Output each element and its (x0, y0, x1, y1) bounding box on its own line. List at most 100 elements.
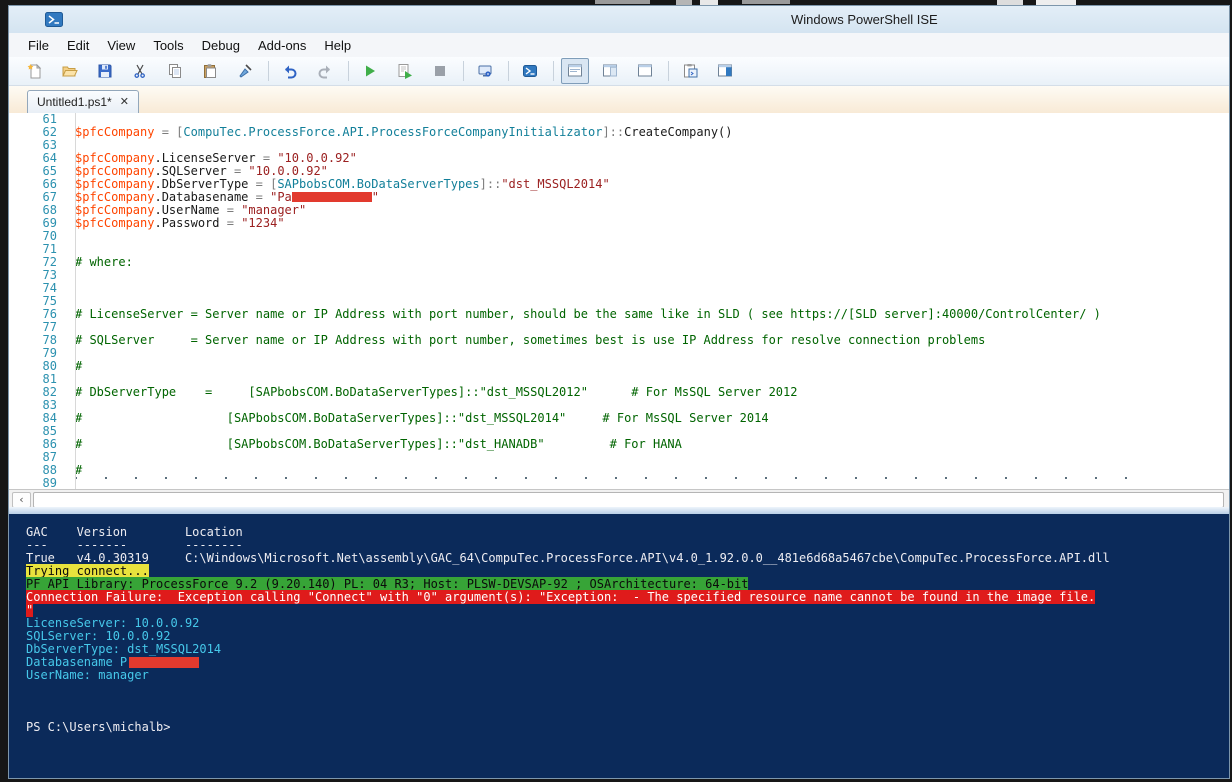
stop-operation-icon (432, 63, 448, 79)
open-script-icon (62, 63, 78, 79)
editor-line: 76# LicenseServer = Server name or IP Ad… (9, 308, 1229, 321)
run-selection-icon (397, 63, 413, 79)
scroll-left-button[interactable]: ‹ (12, 492, 31, 508)
redo-button[interactable] (311, 58, 339, 84)
pane-separator[interactable] (9, 507, 1229, 514)
line-number: 71 (9, 243, 69, 256)
toolbar-separator (553, 61, 554, 81)
editor-line: 74 (9, 282, 1229, 295)
editor-line: 79 (9, 347, 1229, 360)
show-command-window-icon (682, 63, 698, 79)
save-icon (97, 63, 113, 79)
console-line: Databasename P (26, 656, 1229, 669)
run-selection-button[interactable] (391, 58, 419, 84)
cut-icon (132, 63, 148, 79)
console-pane[interactable]: GAC Version Location--- ------- --------… (9, 514, 1229, 778)
copy-button[interactable] (161, 58, 189, 84)
editor-line: 89 (9, 477, 1229, 489)
console-line: PS C:\Users\michalb> (26, 721, 1229, 734)
cut-button[interactable] (126, 58, 154, 84)
line-number: 63 (9, 139, 69, 152)
script-editor-pane[interactable]: 6162$pfcCompany = [CompuTec.ProcessForce… (9, 113, 1229, 489)
toolbar-separator (268, 61, 269, 81)
scrollbar-thumb[interactable] (33, 492, 1224, 508)
line-number: 65 (9, 165, 69, 178)
menu-item-add-ons[interactable]: Add-ons (249, 36, 315, 55)
editor-line: 73 (9, 269, 1229, 282)
new-remote-powershell-tab-button[interactable] (471, 58, 499, 84)
background-window-fragment (595, 0, 650, 4)
menu-item-edit[interactable]: Edit (58, 36, 98, 55)
line-number: 83 (9, 399, 69, 412)
show-script-pane-maximized-button[interactable] (631, 58, 659, 84)
line-number: 80 (9, 360, 69, 373)
save-button[interactable] (91, 58, 119, 84)
line-number: 89 (9, 477, 69, 489)
paste-icon (202, 63, 218, 79)
show-script-pane-right-icon (602, 63, 618, 79)
line-number: 62 (9, 126, 69, 139)
show-command-window-button[interactable] (676, 58, 704, 84)
redaction-block (292, 192, 372, 202)
menu-bar: FileEditViewToolsDebugAdd-onsHelp (9, 33, 1229, 57)
run-script-button[interactable] (356, 58, 384, 84)
editor-line: 87 (9, 451, 1229, 464)
code-text: # LicenseServer = Server name or IP Addr… (75, 308, 1101, 321)
show-command-addon-icon (717, 63, 733, 79)
menu-item-tools[interactable]: Tools (144, 36, 192, 55)
editor-line: 70 (9, 230, 1229, 243)
menu-item-view[interactable]: View (98, 36, 144, 55)
toolbar (9, 57, 1229, 86)
line-number: 81 (9, 373, 69, 386)
paste-button[interactable] (196, 58, 224, 84)
close-tab-icon[interactable]: ✕ (120, 97, 129, 108)
editor-line: 72# where: (9, 256, 1229, 269)
code-text: $pfcCompany.Password = "1234" (75, 217, 285, 230)
editor-line: 88# (9, 464, 1229, 477)
line-number: 82 (9, 386, 69, 399)
start-powershell-button[interactable] (516, 58, 544, 84)
menu-item-file[interactable]: File (19, 36, 58, 55)
clear-console-button[interactable] (231, 58, 259, 84)
powershell-app-icon (45, 12, 63, 32)
copy-icon (167, 63, 183, 79)
console-line: UserName: manager (26, 669, 1229, 682)
tab-label: Untitled1.ps1* (37, 95, 112, 109)
start-powershell-icon (522, 63, 538, 79)
console-line (26, 682, 1229, 695)
menu-item-help[interactable]: Help (315, 36, 360, 55)
background-window-fragment (742, 0, 790, 4)
console-line: Connection Failure: Exception calling "C… (26, 591, 1229, 604)
editor-line: 82 # DbServerType = [SAPbobsCOM.BoDataSer… (9, 386, 1229, 399)
show-command-addon-button[interactable] (711, 58, 739, 84)
undo-button[interactable] (276, 58, 304, 84)
code-text: # (75, 464, 82, 477)
console-line: True v4.0.30319 C:\Windows\Microsoft.Net… (26, 552, 1229, 565)
code-text: # [SAPbobsCOM.BoDataServerTypes]::"dst_H… (75, 438, 682, 451)
line-number: 70 (9, 230, 69, 243)
editor-line: 69$pfcCompany.Password = "1234" (9, 217, 1229, 230)
console-line (26, 695, 1229, 708)
show-script-pane-right-button[interactable] (596, 58, 624, 84)
code-text: # DbServerType = [SAPbobsCOM.BoDataServe… (75, 386, 797, 399)
menu-item-debug[interactable]: Debug (193, 36, 249, 55)
editor-horizontal-scrollbar[interactable]: ‹ (9, 489, 1229, 508)
show-script-pane-top-button[interactable] (561, 58, 589, 84)
code-text: # [SAPbobsCOM.BoDataServerTypes]::"dst_M… (75, 412, 769, 425)
editor-line: 71 (9, 243, 1229, 256)
powershell-ise-window: Windows PowerShell ISE FileEditViewTools… (8, 5, 1230, 779)
show-script-pane-maximized-icon (637, 63, 653, 79)
redaction-block (129, 657, 199, 668)
open-script-button[interactable] (56, 58, 84, 84)
new-script-button[interactable] (21, 58, 49, 84)
undo-icon (282, 63, 298, 79)
tab-strip: Untitled1.ps1* ✕ (9, 86, 1229, 113)
toolbar-separator (668, 61, 669, 81)
clear-console-icon (237, 63, 253, 79)
toolbar-separator (508, 61, 509, 81)
line-number: 84 (9, 412, 69, 425)
stop-operation-button[interactable] (426, 58, 454, 84)
editor-line: 86# [SAPbobsCOM.BoDataServerTypes]::"dst… (9, 438, 1229, 451)
line-number: 72 (9, 256, 69, 269)
tab-untitled1[interactable]: Untitled1.ps1* ✕ (27, 90, 139, 113)
